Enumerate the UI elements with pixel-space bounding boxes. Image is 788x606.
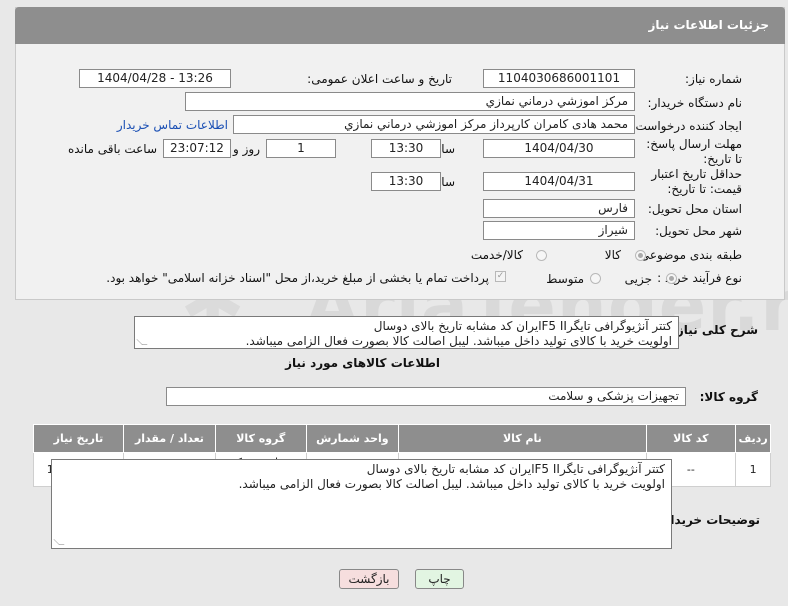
panel-title: جزئیات اطلاعات نیاز (648, 18, 769, 32)
buyer-org-label: نام دستگاه خریدار: (647, 96, 743, 110)
process-option-minor: جزیی (624, 272, 652, 286)
summary-textarea[interactable]: کتتر آنژیوگرافی تایگرF5 IIایران کد مشابه… (134, 316, 679, 349)
requester-field[interactable]: محمد هادی کامران کارپرداز مرکز اموزشي در… (233, 115, 635, 134)
category-label: طبقه بندی موضوعی: (635, 248, 742, 262)
buyer-notes-line-1: کتتر آنژیوگرافی تایگرF5 IIایران کد مشابه… (366, 462, 665, 476)
summary-label: شرح کلی نیاز: (672, 323, 758, 337)
validity-label: حداقل تاریخ اعتبار قیمت: تا تاریخ: (651, 167, 742, 196)
need-number-label: شماره نیاز: (685, 72, 742, 86)
col-date: تاریخ نیاز (33, 424, 124, 453)
col-row: ردیف (735, 424, 771, 453)
buyer-notes-textarea[interactable]: کتتر آنژیوگرافی تایگرF5 IIایران کد مشابه… (51, 459, 672, 549)
print-button[interactable]: چاپ (415, 569, 464, 589)
days-label: روز و (233, 142, 260, 156)
city-label: شهر محل تحویل: (655, 224, 742, 238)
col-group: گروه کالا (215, 424, 307, 453)
category-option-goods-service: کالا/خدمت (470, 248, 523, 262)
buyer-org-field[interactable]: مرکز اموزشي درماني نمازي (185, 92, 635, 111)
col-qty: تعداد / مقدار (122, 424, 217, 453)
panel-header: جزئیات اطلاعات نیاز (15, 7, 785, 44)
need-number-field[interactable]: 1104030686001101 (483, 69, 635, 88)
payment-note: پرداخت تمام یا بخشی از مبلغ خرید،از محل … (106, 271, 489, 285)
col-name: نام کالا (398, 424, 647, 453)
summary-line-2: اولویت خرید با کالای تولید داخل میباشد. … (245, 334, 672, 348)
deadline-time-field[interactable]: 13:30 (371, 139, 441, 158)
summary-line-1: کتتر آنژیوگرافی تایگرF5 IIایران کد مشابه… (373, 319, 672, 333)
back-button[interactable]: بازگشت (339, 569, 399, 589)
category-option-goods: کالا (604, 248, 621, 262)
buyer-notes-label: توضیحات خریدار: (658, 513, 760, 527)
validity-time-field[interactable]: 13:30 (371, 172, 441, 191)
requester-label: ایجاد کننده درخواست: (631, 119, 742, 133)
treasury-checkbox[interactable]: ✓ (495, 271, 506, 282)
category-radio-goods[interactable] (635, 250, 646, 261)
col-unit: واحد شمارش (305, 424, 400, 453)
remaining-time-field[interactable]: 23:07:12 (163, 139, 231, 158)
category-radio-goods-service[interactable] (536, 250, 547, 261)
cell-row: 1 (735, 452, 771, 487)
buyer-contact-link[interactable]: اطلاعات تماس خریدار (117, 118, 228, 132)
days-field[interactable]: 1 (266, 139, 336, 158)
province-field[interactable]: فارس (483, 199, 635, 218)
col-code: کد کالا (645, 424, 737, 453)
buyer-notes-line-2: اولویت خرید با کالای تولید داخل میباشد. … (238, 477, 665, 491)
goods-info-title: اطلاعات کالاهای مورد نیاز (285, 356, 440, 370)
process-option-medium: متوسط (546, 272, 584, 286)
announce-datetime-field[interactable]: 1404/04/28 - 13:26 (79, 69, 231, 88)
province-label: استان محل تحویل: (647, 202, 742, 216)
process-radio-minor[interactable] (666, 273, 677, 284)
goods-group-label: گروه کالا: (699, 390, 758, 404)
resize-handle[interactable] (53, 539, 65, 545)
city-field[interactable]: شیراز (483, 221, 635, 240)
remaining-label: ساعت باقی مانده (67, 142, 157, 156)
deadline-label: مهلت ارسال پاسخ: تا تاریخ: (646, 137, 742, 166)
goods-group-field[interactable]: تجهیزات پزشکی و سلامت (166, 387, 686, 406)
announce-label: تاریخ و ساعت اعلان عمومی: (307, 72, 452, 86)
validity-date-field[interactable]: 1404/04/31 (483, 172, 635, 191)
deadline-date-field[interactable]: 1404/04/30 (483, 139, 635, 158)
process-radio-medium[interactable] (590, 273, 601, 284)
items-table-header: ردیف کد کالا نام کالا واحد شمارش گروه کا… (33, 424, 771, 453)
